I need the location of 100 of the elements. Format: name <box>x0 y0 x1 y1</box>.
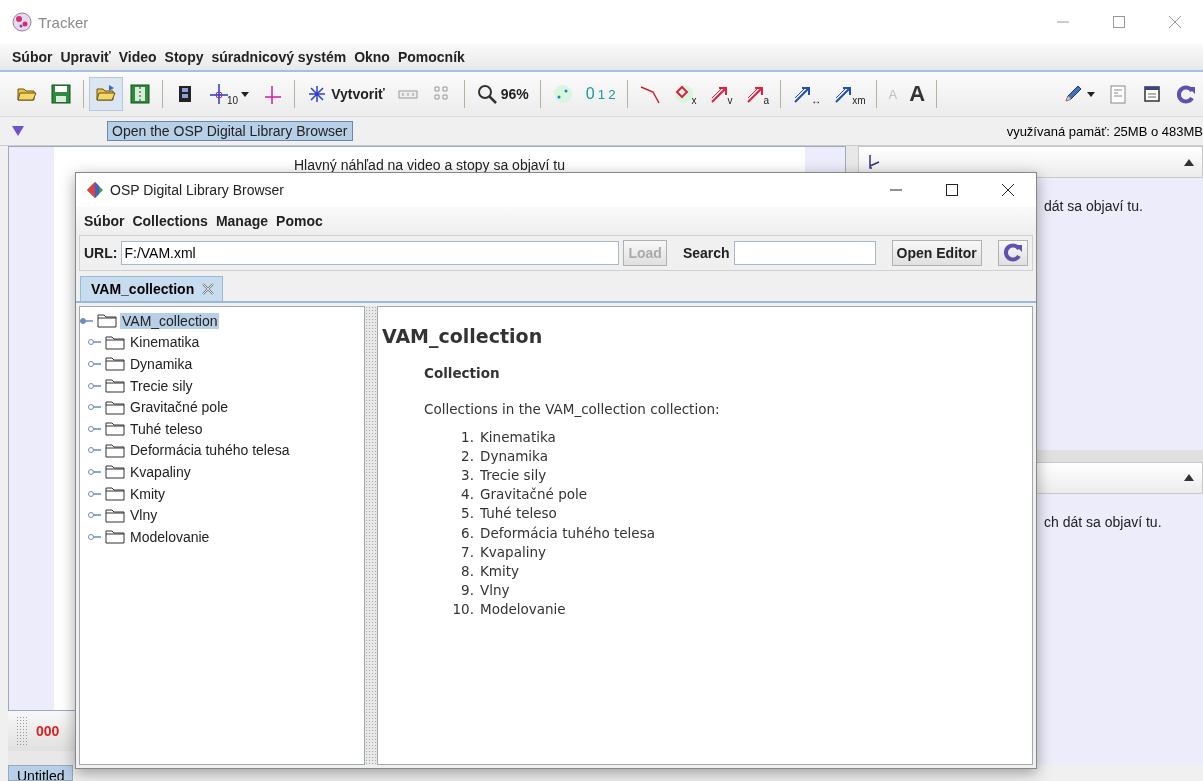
refresh-button[interactable] <box>997 240 1028 266</box>
expand-handle-icon[interactable] <box>88 381 102 390</box>
tree-item[interactable]: Vlny <box>128 507 160 524</box>
tree-item[interactable]: Deformácia tuhého telesa <box>128 442 292 459</box>
folder-icon <box>105 529 125 545</box>
menu-item[interactable]: Pomocník <box>393 49 469 65</box>
list-item: Deformácia tuhého telesa <box>480 524 655 541</box>
search-field[interactable] <box>733 241 876 265</box>
tree-item[interactable]: Modelovanie <box>128 528 212 545</box>
open-editor-button[interactable]: Open Editor <box>891 240 982 266</box>
toolbar-button[interactable]: ↔ <box>786 77 828 111</box>
video-hint: Hlavný náhľad na video a stopy sa objaví tu <box>294 157 565 173</box>
folder-icon <box>105 486 125 502</box>
tooltip: Open the OSP Digital Library Browser <box>107 121 353 141</box>
menu-item[interactable]: Collections <box>128 213 212 229</box>
panel-hint: dát sa objaví tu. <box>1044 198 1143 214</box>
folder-icon <box>97 313 117 329</box>
expand-handle-icon[interactable] <box>88 338 102 347</box>
toolbar-button[interactable]: v <box>702 77 739 111</box>
folder-icon <box>105 442 125 458</box>
expand-handle-icon[interactable] <box>88 446 102 455</box>
folder-icon <box>105 356 125 372</box>
expand-handle-icon[interactable] <box>88 489 102 498</box>
tree-item[interactable]: VAM_collection <box>120 312 220 329</box>
list-item: Dynamika <box>480 447 548 464</box>
page-icon <box>1107 83 1129 105</box>
tree-item[interactable]: Tuhé teleso <box>128 420 205 437</box>
app-logo-icon <box>12 12 32 32</box>
list-item: Vlny <box>480 582 510 599</box>
panel-hint: ch dát sa objaví tu. <box>1044 513 1162 530</box>
tree-item[interactable]: Kinematika <box>128 334 202 351</box>
dialog-title: OSP Digital Library Browser <box>110 182 286 198</box>
collapse-icon[interactable] <box>1184 474 1194 481</box>
menu-item[interactable]: Stopy <box>160 49 208 65</box>
floppy-icon <box>129 83 151 105</box>
expand-handle-icon[interactable] <box>88 403 102 412</box>
refresh-icon <box>1175 83 1197 105</box>
menu-item[interactable]: Video <box>114 49 161 65</box>
folder-icon <box>105 421 125 437</box>
menu-item[interactable]: súradnicový systém <box>207 49 351 65</box>
pencil-icon <box>1062 83 1084 105</box>
caret-icon <box>241 91 250 97</box>
window-icon <box>1141 83 1163 105</box>
toolbar-button[interactable]: x <box>666 77 703 111</box>
list-number: 10. <box>451 601 475 618</box>
expand-handle-icon[interactable] <box>88 360 102 368</box>
url-label: URL: <box>84 245 118 261</box>
toolbar-button[interactable]: Vytvoriť <box>300 77 391 111</box>
menu-item[interactable]: Súbor <box>80 213 129 229</box>
tree-item[interactable]: Kvapaliny <box>128 463 193 480</box>
toolbar-button[interactable]: xm <box>827 77 872 111</box>
splitter[interactable] <box>365 306 377 765</box>
triangle-icon[interactable] <box>12 126 24 136</box>
dots-icon <box>551 83 574 105</box>
list-number: 9. <box>460 582 475 599</box>
collapse-icon[interactable] <box>1184 158 1194 166</box>
page-heading: VAM_collection <box>382 325 544 347</box>
frame-counter: 000 <box>36 723 60 739</box>
list-item: Kvapaliny <box>480 543 546 560</box>
folder-icon <box>105 464 125 480</box>
diamond-logo-icon <box>86 181 104 199</box>
collection-tab[interactable]: VAM_collection <box>80 276 224 301</box>
floppy-icon <box>50 83 72 105</box>
expand-handle-icon[interactable] <box>88 467 102 476</box>
menu-item[interactable]: Upraviť <box>56 49 115 65</box>
window-title: Tracker <box>38 13 90 31</box>
font-size-button[interactable]: A <box>903 77 932 111</box>
maximize-icon[interactable] <box>946 184 958 196</box>
memory-label: využívaná pamäť: 25MB o 483MB <box>1006 123 1203 139</box>
close-icon[interactable] <box>1002 184 1014 196</box>
tree-item[interactable]: Trecie sily <box>128 377 195 394</box>
menu-item[interactable]: Okno <box>350 49 394 65</box>
list-number: 3. <box>460 466 475 483</box>
folder-icon <box>105 378 125 394</box>
list-item: Kmity <box>480 562 520 579</box>
toolbar-button[interactable]: 10 <box>202 77 256 111</box>
caret-icon <box>1087 91 1095 97</box>
expand-handle-icon[interactable] <box>88 511 102 520</box>
intro-text: Collections in the VAM_collection collection: <box>424 401 721 417</box>
toolbar-button[interactable]: 96% <box>469 77 535 111</box>
expand-handle-icon[interactable] <box>80 316 94 325</box>
url-field[interactable]: F:/VAM.xml <box>121 241 620 265</box>
folder-icon <box>105 334 125 350</box>
tree-item[interactable]: Dynamika <box>128 356 195 372</box>
expand-handle-icon[interactable] <box>88 532 102 541</box>
list-item: Modelovanie <box>480 601 566 618</box>
menu-item[interactable]: Pomoc <box>272 213 327 229</box>
list-item: Trecie sily <box>480 466 547 483</box>
tree-item[interactable]: Gravitačné pole <box>128 399 231 416</box>
tree-item[interactable]: Kmity <box>128 485 167 502</box>
toolbar-button[interactable]: a <box>738 77 776 111</box>
list-number: 1. <box>460 428 475 445</box>
search-label: Search <box>682 245 730 261</box>
zoom-icon <box>475 83 498 105</box>
menu-item[interactable]: Manage <box>211 213 273 229</box>
menu-item[interactable]: Súbor <box>8 49 57 65</box>
line-icon <box>638 83 661 105</box>
expand-handle-icon[interactable] <box>88 424 102 433</box>
refresh-icon <box>1001 241 1024 263</box>
list-item: Gravitačné pole <box>480 486 588 503</box>
